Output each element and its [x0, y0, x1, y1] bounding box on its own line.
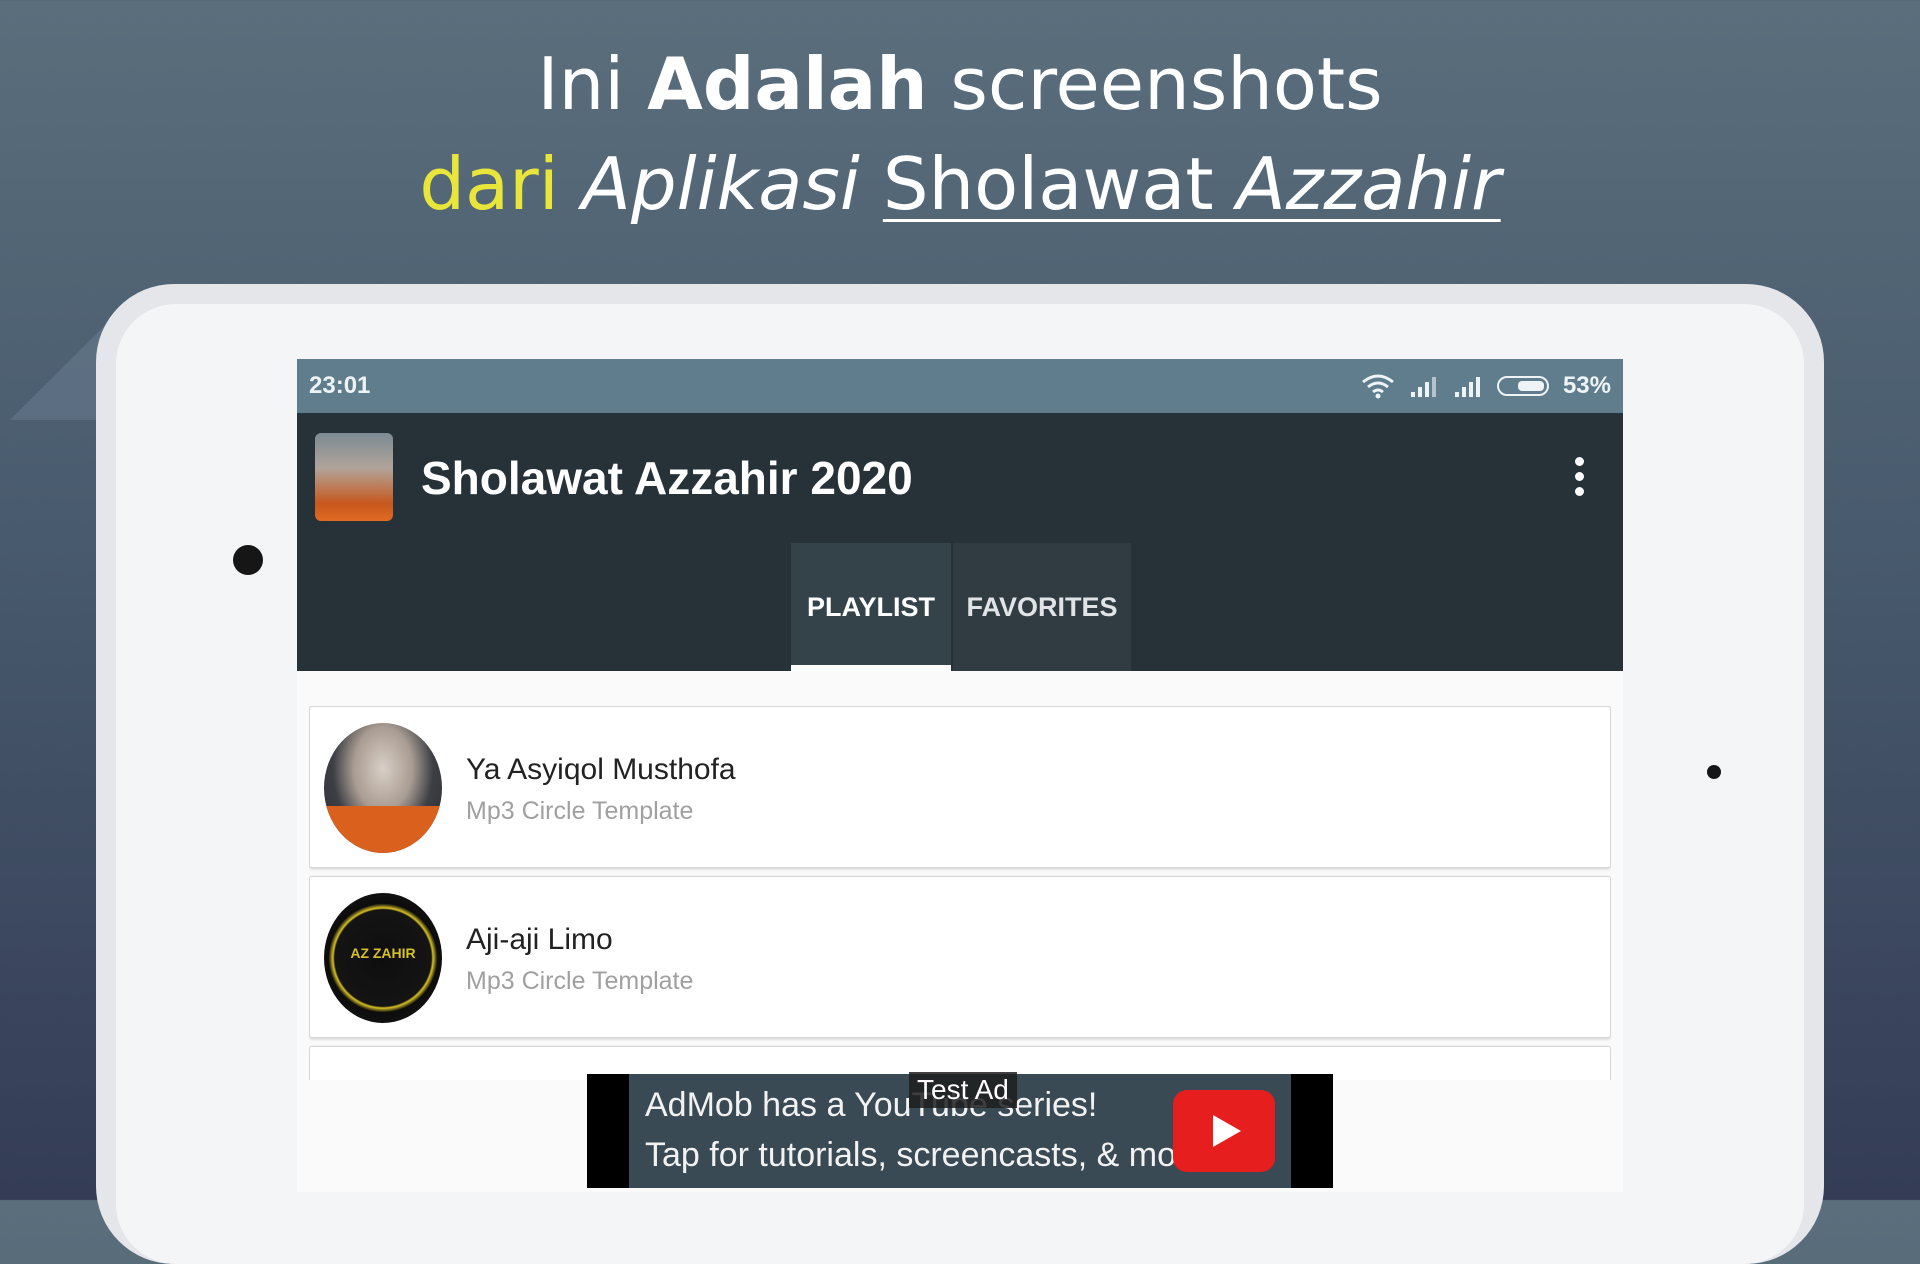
tab-favorites[interactable]: FAVORITES: [953, 543, 1131, 671]
headline-bold-word: Adalah: [647, 42, 928, 126]
promo-headline-line2: dari Aplikasi Sholawat Azzahir: [0, 148, 1920, 220]
wifi-icon: [1362, 374, 1394, 399]
track-subtitle: Mp3 Circle Template: [466, 967, 694, 995]
track-thumbnail: AZ ZAHIR: [324, 893, 442, 1023]
status-bar: 23:01 53%: [297, 359, 1623, 413]
device-screen: 23:01 53% Sholawat Azzahir 2020 PLAYLIST…: [297, 359, 1623, 1192]
track-title: Ya Asyiqol Musthofa: [466, 753, 736, 786]
signal-icon: [1410, 377, 1436, 397]
status-time: 23:01: [309, 372, 371, 399]
app-logo-image: [315, 433, 393, 521]
track-thumbnail: [324, 723, 442, 853]
headline-yellow-word: dari: [419, 142, 559, 226]
list-item[interactable]: AZ ZAHIR Aji-aji Limo Mp3 Circle Templat…: [309, 876, 1611, 1038]
sensor-dot: [1707, 765, 1721, 779]
tab-selected-indicator: [791, 665, 951, 671]
camera-dot: [233, 545, 263, 575]
battery-percent: 53%: [1562, 372, 1611, 399]
headline-app-name: Sholawat Azzahir: [882, 142, 1501, 226]
headline-italic-word: Aplikasi: [581, 142, 860, 226]
ad-letterbox-right: [1291, 1074, 1333, 1188]
app-title: Sholawat Azzahir 2020: [421, 452, 913, 504]
ad-letterbox-left: [587, 1074, 629, 1188]
tab-playlist[interactable]: PLAYLIST: [791, 543, 951, 671]
tab-bar: PLAYLIST FAVORITES: [791, 543, 1131, 671]
list-item[interactable]: Ya Asyiqol Musthofa Mp3 Circle Template: [309, 706, 1611, 868]
promo-headline-line1: Ini Adalah screenshots: [537, 42, 1383, 126]
seal-logo-text: AZ ZAHIR: [350, 945, 416, 961]
youtube-play-icon[interactable]: [1173, 1090, 1275, 1172]
track-title: Aji-aji Limo: [466, 923, 613, 956]
tab-favorites-label: FAVORITES: [966, 591, 1118, 622]
signal-icon: [1454, 377, 1480, 397]
ad-text-line2: Tap for tutorials, screencasts, & more.: [645, 1136, 1216, 1174]
battery-icon: [1496, 376, 1549, 396]
more-vert-icon[interactable]: [1575, 457, 1585, 497]
ad-banner[interactable]: AdMob has a YouTube series! Tap for tuto…: [587, 1072, 1333, 1188]
tab-playlist-label: PLAYLIST: [806, 591, 936, 622]
app-bar: Sholawat Azzahir 2020 PLAYLIST FAVORITES: [297, 413, 1623, 671]
playlist-list: Ya Asyiqol Musthofa Mp3 Circle Template …: [309, 706, 1611, 1080]
track-subtitle: Mp3 Circle Template: [466, 797, 694, 825]
ad-text-line1: AdMob has a YouTube series!: [645, 1086, 1098, 1124]
test-ad-badge: Test Ad: [909, 1072, 1017, 1108]
